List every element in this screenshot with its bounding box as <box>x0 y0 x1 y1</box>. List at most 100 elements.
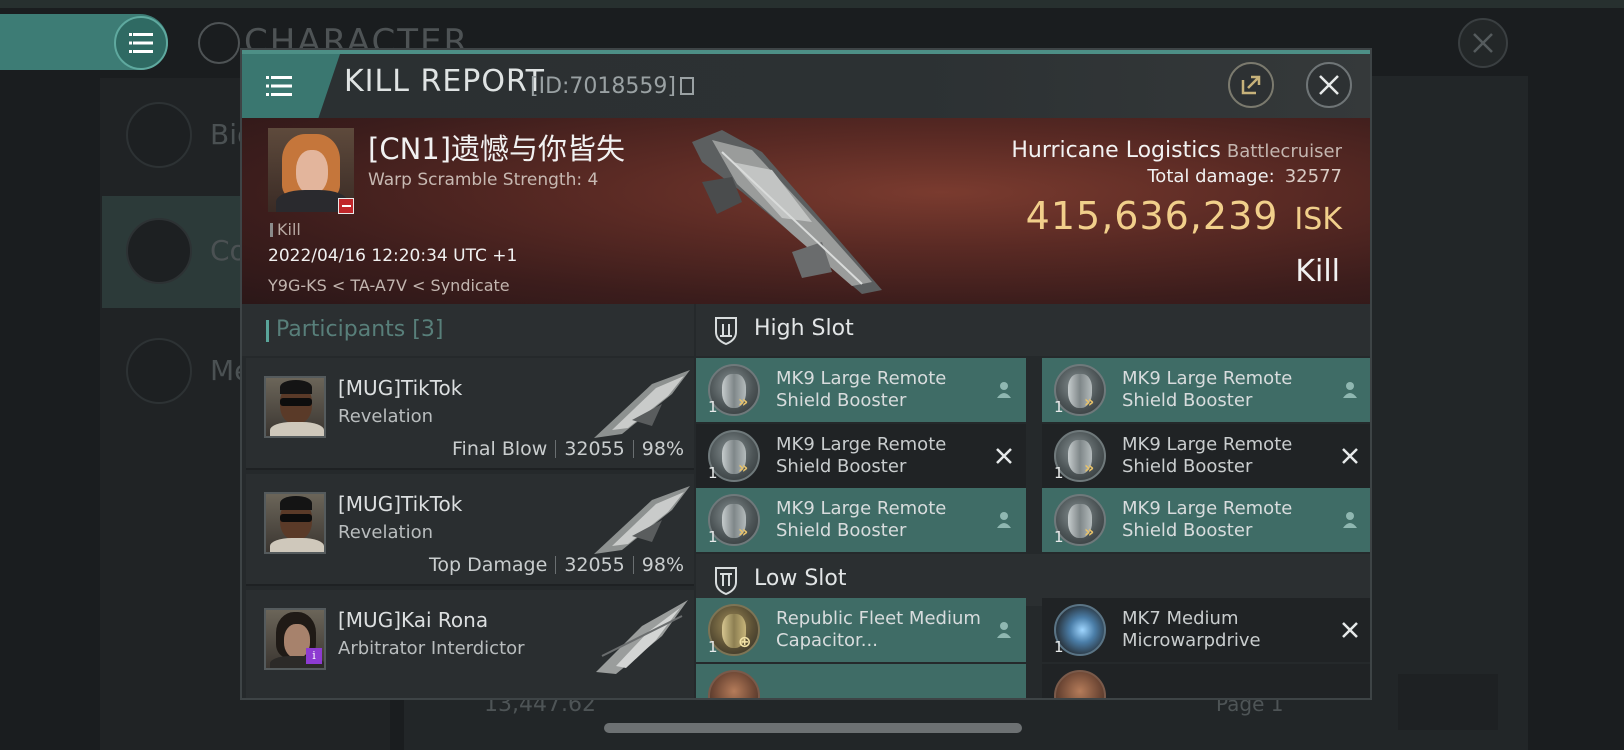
victim-kill-label: Kill <box>270 220 301 239</box>
module-quantity: 1 <box>1054 638 1064 656</box>
hostile-status-icon <box>338 198 354 214</box>
total-damage-line: Total damage: 32577 <box>1147 166 1342 187</box>
ship-name[interactable]: Hurricane Logistics <box>1011 138 1221 163</box>
module-item-partial[interactable] <box>1042 664 1370 698</box>
combat-icon <box>126 218 192 284</box>
module-name: MK9 Large Remote Shield Booster <box>776 498 947 541</box>
participant-percent: 98% <box>641 554 684 576</box>
dropped-icon <box>1338 378 1362 402</box>
isk-value: 415,636,239 <box>1025 194 1279 238</box>
victim-name[interactable]: [CN1]遗憾与你皆失 <box>368 126 625 168</box>
participant-name[interactable]: [MUG]Kai Rona <box>338 608 488 632</box>
destroyed-icon <box>992 444 1016 468</box>
module-quantity: 1 <box>1054 464 1064 482</box>
kill-datetime: 2022/04/16 12:20:34 UTC +1 <box>268 246 518 266</box>
participant-percent: 98% <box>641 438 684 460</box>
low-slot-label: Low Slot <box>754 566 847 591</box>
dropped-icon <box>992 618 1016 642</box>
module-name: MK9 Large Remote Shield Booster <box>776 368 947 411</box>
module-quantity: 1 <box>708 638 718 656</box>
participant-portrait[interactable] <box>264 492 326 554</box>
participants-header: Participants [3] <box>242 304 694 356</box>
participants-count: [3] <box>412 317 444 342</box>
kill-report-window: KILL REPORT [ID:7018559] [CN1]遗憾与你皆失 War… <box>240 48 1372 700</box>
filter-button[interactable] <box>1398 674 1498 730</box>
module-item[interactable]: » 1 MK9 Large Remote Shield Booster <box>1042 488 1370 552</box>
participant-portrait[interactable] <box>264 376 326 438</box>
top-edge <box>0 0 1624 8</box>
participant-ship-image <box>594 486 690 554</box>
victim-ship-image <box>692 130 882 294</box>
share-button[interactable] <box>1228 62 1274 108</box>
module-item[interactable]: » 1 MK9 Large Remote Shield Booster <box>1042 358 1370 422</box>
close-icon <box>1473 33 1493 53</box>
participant-stats: Final Blow 32055 98% <box>452 438 684 460</box>
close-icon <box>1319 75 1339 95</box>
low-slot-icon <box>715 567 737 596</box>
module-item[interactable]: ⊕ 1 Republic Fleet Medium Capacitor... <box>696 598 1026 662</box>
total-damage-value: 32577 <box>1284 166 1342 187</box>
copy-icon[interactable] <box>680 77 694 95</box>
participant-name[interactable]: [MUG]TikTok <box>338 492 462 516</box>
module-item[interactable]: » 1 MK9 Large Remote Shield Booster <box>696 488 1026 552</box>
module-quantity: 1 <box>708 398 718 416</box>
module-item[interactable]: » 1 MK9 Large Remote Shield Booster <box>1042 424 1370 488</box>
destroyed-icon <box>1338 618 1362 642</box>
main-menu-button[interactable] <box>114 16 168 70</box>
participant-row[interactable]: i [MUG]Kai Rona Arbitrator Interdictor <box>246 590 694 698</box>
kill-location[interactable]: Y9G-KS < TA-A7V < Syndicate <box>268 276 510 295</box>
participant-ship-image <box>594 370 690 438</box>
kill-report-id[interactable]: [ID:7018559] <box>530 74 694 99</box>
dropped-icon <box>992 508 1016 532</box>
background-close-button[interactable] <box>1458 18 1508 68</box>
module-quantity: 1 <box>1054 398 1064 416</box>
module-item[interactable]: » 1 MK9 Large Remote Shield Booster <box>696 358 1026 422</box>
participant-ship-image <box>596 600 688 674</box>
module-icon <box>708 670 760 698</box>
horizontal-scrollbar[interactable] <box>604 723 1022 733</box>
screen: CHARACTER Bio Co Me 13,447.62 Page 1 KIL… <box>0 0 1624 750</box>
participant-role: Top Damage <box>429 554 548 576</box>
info-icon[interactable]: i <box>306 648 322 664</box>
star-icon <box>126 338 192 404</box>
victim-subtitle: Warp Scramble Strength: 4 <box>368 170 599 190</box>
module-quantity: 1 <box>1054 528 1064 546</box>
header-accent <box>266 320 269 342</box>
high-slot-header: High Slot <box>696 304 1370 356</box>
destroyed-icon <box>1338 444 1362 468</box>
participant-ship: Arbitrator Interdictor <box>338 638 525 659</box>
kill-report-title: KILL REPORT <box>344 64 545 99</box>
participant-row[interactable]: [MUG]TikTok Revelation Top Damage 32055 98… <box>246 474 694 586</box>
module-item-partial[interactable] <box>696 664 1026 698</box>
participants-title: Participants [3] <box>276 317 443 342</box>
victim-banner: [CN1]遗憾与你皆失 Warp Scramble Strength: 4 Ki… <box>242 118 1370 304</box>
module-item[interactable]: 1 MK7 Medium Microwarpdrive <box>1042 598 1370 662</box>
kill-result: Kill <box>1295 254 1340 289</box>
share-icon <box>1241 75 1261 95</box>
ship-class: Battlecruiser <box>1226 141 1342 162</box>
participant-row[interactable]: [MUG]TikTok Revelation Final Blow 32055 98… <box>246 358 694 470</box>
isk-value-line: 415,636,239 ISK <box>1026 194 1342 238</box>
module-item[interactable]: » 1 MK9 Large Remote Shield Booster <box>696 424 1026 488</box>
module-name: MK7 Medium Microwarpdrive <box>1122 608 1261 651</box>
participant-role: Final Blow <box>452 438 548 460</box>
menu-icon <box>266 76 292 96</box>
total-damage-label: Total damage: <box>1147 166 1275 187</box>
participant-name[interactable]: [MUG]TikTok <box>338 376 462 400</box>
dropped-icon <box>1338 508 1362 532</box>
participant-ship: Revelation <box>338 406 434 427</box>
high-slot-label: High Slot <box>754 316 854 341</box>
close-button[interactable] <box>1306 62 1352 108</box>
module-name: MK9 Large Remote Shield Booster <box>1122 434 1293 477</box>
participant-stats: Top Damage 32055 98% <box>429 554 684 576</box>
ship-name-line: Hurricane Logistics Battlecruiser <box>1011 138 1342 163</box>
module-name: Republic Fleet Medium Capacitor... <box>776 608 981 651</box>
fittings-panel[interactable]: High Slot » 1 MK9 Large Remote Shield Bo… <box>696 304 1370 698</box>
participant-ship: Revelation <box>338 522 434 543</box>
high-slot-icon <box>715 317 737 346</box>
participants-panel[interactable]: Participants [3] [MUG]TikTok Revelation … <box>242 304 694 698</box>
participants-label: Participants <box>276 317 406 342</box>
kill-id-text: [ID:7018559] <box>530 74 676 99</box>
module-quantity: 1 <box>708 528 718 546</box>
module-name: MK9 Large Remote Shield Booster <box>776 434 947 477</box>
